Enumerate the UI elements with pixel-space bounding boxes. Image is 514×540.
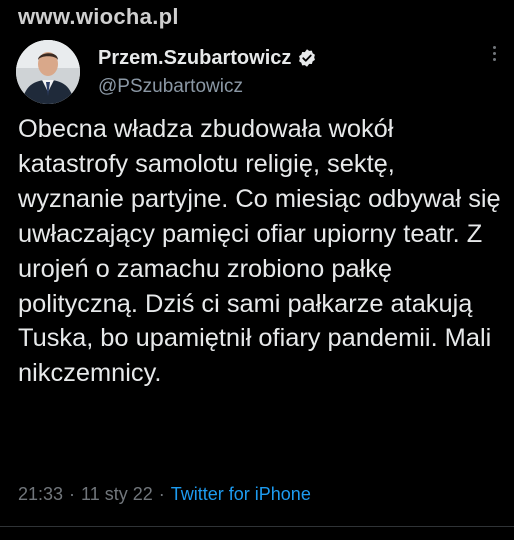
more-options-icon[interactable] xyxy=(493,46,496,61)
tweet-header: Przem.Szubartowicz @PSzubartowicz xyxy=(16,40,317,104)
avatar[interactable] xyxy=(16,40,80,104)
tweet-metadata: 21:33 · 11 sty 22 · Twitter for iPhone xyxy=(18,484,311,505)
tweet-time[interactable]: 21:33 xyxy=(18,484,63,505)
author-display-name[interactable]: Przem.Szubartowicz xyxy=(98,47,291,70)
author-names: Przem.Szubartowicz @PSzubartowicz xyxy=(98,47,317,98)
site-watermark: www.wiocha.pl xyxy=(18,4,179,29)
meta-separator: · xyxy=(69,484,76,504)
meta-separator: · xyxy=(158,484,165,504)
tweet-source-link[interactable]: Twitter for iPhone xyxy=(171,484,311,505)
tweet-text: Obecna władza zbudowała wokół katastrofy… xyxy=(18,115,501,388)
divider xyxy=(0,526,514,527)
verified-badge-icon xyxy=(299,49,316,67)
author-handle[interactable]: @PSzubartowicz xyxy=(98,76,317,98)
tweet-date[interactable]: 11 sty 22 xyxy=(81,484,153,505)
